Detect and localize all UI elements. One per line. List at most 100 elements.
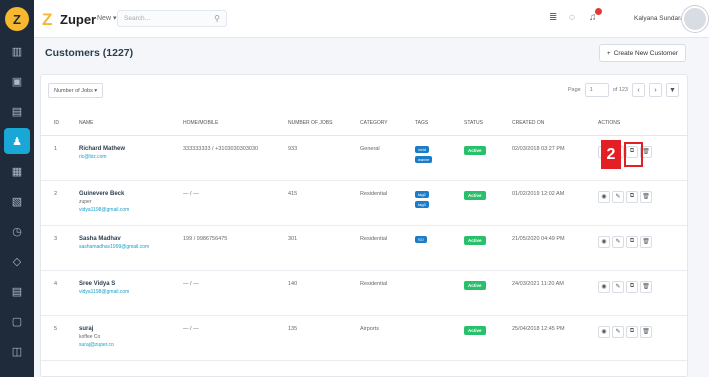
copy-icon[interactable]: ⧉ bbox=[626, 325, 638, 338]
copy-icon[interactable]: ⧉ bbox=[626, 280, 638, 293]
chat-icon[interactable]: ◌ bbox=[569, 12, 575, 23]
settings-icon[interactable]: ◫ bbox=[0, 338, 34, 364]
table-row[interactable]: 4 Sree Vidya S vidya1198@gmail.com — / —… bbox=[41, 270, 687, 316]
copy-icon[interactable]: ⧉ bbox=[626, 190, 638, 203]
customer-company: koffee Co bbox=[79, 333, 101, 340]
column-header-number-of-jobs[interactable]: NUMBER OF JOBS bbox=[284, 111, 356, 136]
customer-email[interactable]: vidya1198@gmail.com bbox=[79, 207, 179, 213]
cell-created-on: 24/03/2021 11:20 AM bbox=[508, 270, 594, 316]
assets-icon[interactable]: ▢ bbox=[0, 308, 34, 334]
customer-name-link[interactable]: suraj bbox=[79, 326, 179, 332]
delete-icon[interactable]: 🗑 bbox=[640, 325, 652, 338]
customer-name-link[interactable]: Guinevere Beck bbox=[79, 191, 179, 197]
create-customer-label: Create New Customer bbox=[613, 49, 678, 57]
prev-page-icon[interactable]: ‹ bbox=[632, 83, 645, 97]
cell-name: suraj koffee Co suraj@zuper.co bbox=[75, 315, 179, 361]
cell-home-mobile: — / — bbox=[179, 180, 284, 226]
table-row[interactable]: 2 Guinevere Beck zuper vidya1198@gmail.c… bbox=[41, 180, 687, 226]
next-page-icon[interactable]: › bbox=[649, 83, 662, 97]
table-row[interactable]: 3 Sasha Madhav sashamadhav1999@gmail.com… bbox=[41, 225, 687, 271]
edit-icon[interactable]: ✎ bbox=[612, 235, 624, 248]
column-header-status[interactable]: STATUS bbox=[460, 111, 508, 136]
timesheet-icon[interactable]: ◷ bbox=[0, 218, 34, 244]
calendar-icon[interactable]: ▣ bbox=[0, 68, 34, 94]
copy-icon[interactable]: ⧉ bbox=[626, 235, 638, 248]
cell-tags: vivid wavve bbox=[411, 135, 460, 181]
status-badge: Active bbox=[464, 280, 486, 290]
reports-icon[interactable]: ▤ bbox=[0, 278, 34, 304]
column-header-tags[interactable]: TAGS bbox=[411, 111, 460, 136]
page-label: Page bbox=[567, 87, 581, 93]
column-header-actions: ACTIONS bbox=[594, 111, 687, 136]
brand-name[interactable]: Zuper bbox=[60, 12, 96, 27]
top-bar: Z Zuper New ▾ Search... ⚲ ≣ ◌ ♫ Kalyana … bbox=[34, 0, 709, 38]
cell-name: Richard Mathew ric@biz.com bbox=[75, 135, 179, 181]
customer-email[interactable]: ric@biz.com bbox=[79, 154, 179, 160]
invoice-icon[interactable]: ▦ bbox=[0, 158, 34, 184]
status-badge: Active bbox=[464, 325, 486, 335]
customer-name-link[interactable]: Sasha Madhav bbox=[79, 236, 179, 242]
app-root: Z ▥ ▣ ▤ ♟ ▦ ▧ ◷ ◇ ▤ ▢ ◫ Z Zuper New ▾ Search... ⚲ … bbox=[0, 0, 709, 377]
view-icon[interactable]: ◉ bbox=[598, 280, 610, 293]
cell-tags: SO bbox=[411, 225, 460, 271]
filter-icon[interactable]: ▼ bbox=[666, 83, 679, 97]
customer-name-link[interactable]: Sree Vidya S bbox=[79, 281, 179, 287]
tag-badge: vivid bbox=[415, 145, 430, 153]
column-header-name[interactable]: NAME bbox=[75, 111, 179, 136]
customers-card: Number of Jobs ▾ Page 1 of 123 ‹ › ▼ ID … bbox=[40, 74, 688, 377]
cell-tags bbox=[411, 270, 460, 316]
new-menu-button[interactable]: New ▾ bbox=[97, 14, 116, 22]
tag-badge: tag3 bbox=[415, 200, 429, 208]
number-of-jobs-filter[interactable]: Number of Jobs ▾ bbox=[48, 83, 104, 98]
cell-number-of-jobs: 301 bbox=[284, 225, 356, 271]
avatar[interactable] bbox=[682, 6, 708, 32]
page-header: Customers (1227) + Create New Customer bbox=[40, 43, 686, 65]
cell-name: Sasha Madhav sashamadhav1999@gmail.com bbox=[75, 225, 179, 271]
column-header-id[interactable]: ID bbox=[41, 111, 75, 136]
table-row[interactable]: 5 suraj koffee Co suraj@zuper.co — / — 1… bbox=[41, 315, 687, 361]
create-customer-button[interactable]: + Create New Customer bbox=[598, 44, 686, 62]
jobs-icon[interactable]: ▤ bbox=[0, 98, 34, 124]
customer-email[interactable]: suraj@zuper.co bbox=[79, 342, 179, 348]
view-icon[interactable]: ◉ bbox=[598, 190, 610, 203]
column-header-category[interactable]: CATEGORY bbox=[356, 111, 411, 136]
list-icon[interactable]: ≣ bbox=[549, 12, 557, 23]
cell-home-mobile: — / — bbox=[179, 270, 284, 316]
cell-id: 1 bbox=[41, 135, 75, 181]
delete-icon[interactable]: 🗑 bbox=[640, 235, 652, 248]
search-placeholder: Search... bbox=[124, 15, 151, 22]
status-badge: Active bbox=[464, 145, 486, 155]
cell-home-mobile: 199 / 9986756475 bbox=[179, 225, 284, 271]
view-icon[interactable]: ◉ bbox=[598, 325, 610, 338]
customer-email[interactable]: vidya1198@gmail.com bbox=[79, 289, 179, 295]
edit-icon[interactable]: ✎ bbox=[612, 280, 624, 293]
cell-number-of-jobs: 135 bbox=[284, 315, 356, 361]
tags-icon[interactable]: ◇ bbox=[0, 248, 34, 274]
notification-badge bbox=[595, 8, 602, 15]
delete-icon[interactable]: 🗑 bbox=[640, 190, 652, 203]
customer-name-link[interactable]: Richard Mathew bbox=[79, 146, 179, 152]
zuper-logo-icon[interactable]: Z bbox=[5, 7, 29, 31]
page-input[interactable]: 1 bbox=[584, 83, 609, 97]
search-input[interactable]: Search... ⚲ bbox=[117, 10, 227, 27]
edit-icon[interactable]: ✎ bbox=[612, 325, 624, 338]
column-header-home-mobile[interactable]: HOME/MOBILE bbox=[179, 111, 284, 136]
cell-id: 4 bbox=[41, 270, 75, 316]
view-icon[interactable]: ◉ bbox=[598, 235, 610, 248]
cell-created-on: 02/03/2018 03:27 PM bbox=[508, 135, 594, 181]
customer-email[interactable]: sashamadhav1999@gmail.com bbox=[79, 244, 179, 250]
customers-icon[interactable]: ♟ bbox=[4, 128, 30, 154]
cell-number-of-jobs: 415 bbox=[284, 180, 356, 226]
cell-category: Residential bbox=[356, 180, 411, 226]
table-row[interactable]: 1 Richard Mathew ric@biz.com 333333333 /… bbox=[41, 135, 687, 181]
cell-status: Active bbox=[460, 180, 508, 226]
dashboard-icon[interactable]: ▥ bbox=[0, 38, 34, 64]
cell-home-mobile: — / — bbox=[179, 315, 284, 361]
column-header-created-on[interactable]: CREATED ON bbox=[508, 111, 594, 136]
edit-icon[interactable]: ✎ bbox=[612, 190, 624, 203]
annotation-step-number: 2 bbox=[601, 140, 621, 169]
delete-icon[interactable]: 🗑 bbox=[640, 280, 652, 293]
cell-actions: ◉ ✎ ⧉ 🗑 bbox=[594, 315, 687, 361]
inventory-icon[interactable]: ▧ bbox=[0, 188, 34, 214]
cell-status: Active bbox=[460, 270, 508, 316]
